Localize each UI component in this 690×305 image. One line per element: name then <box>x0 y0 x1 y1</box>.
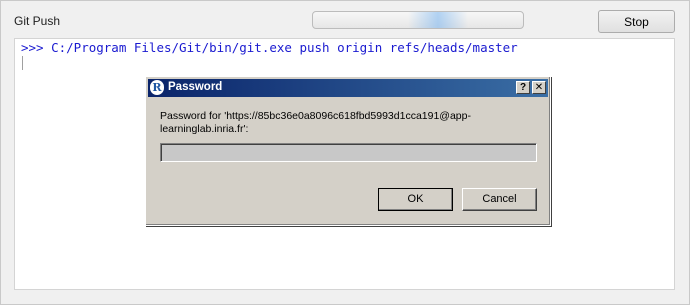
cancel-button[interactable]: Cancel <box>462 188 537 211</box>
help-button[interactable]: ? <box>516 81 530 94</box>
progress-indeterminate-fill <box>408 12 468 28</box>
text-caret <box>22 56 23 70</box>
r-logo-icon: R <box>150 80 164 95</box>
close-icon[interactable]: ✕ <box>532 81 546 94</box>
stop-button[interactable]: Stop <box>598 10 675 33</box>
password-field[interactable] <box>160 143 537 162</box>
command-line: >>> C:/Program Files/Git/bin/git.exe pus… <box>21 40 518 55</box>
progress-bar <box>312 11 524 29</box>
password-dialog: R Password ? ✕ Password for 'https://85b… <box>145 76 551 226</box>
dialog-titlebar[interactable]: R Password ? ✕ <box>148 79 548 97</box>
dialog-title: Password <box>168 81 223 93</box>
password-prompt: Password for 'https://85bc36e0a8096c618f… <box>160 110 471 135</box>
ok-button[interactable]: OK <box>378 188 453 211</box>
window-title: Git Push <box>14 14 61 28</box>
